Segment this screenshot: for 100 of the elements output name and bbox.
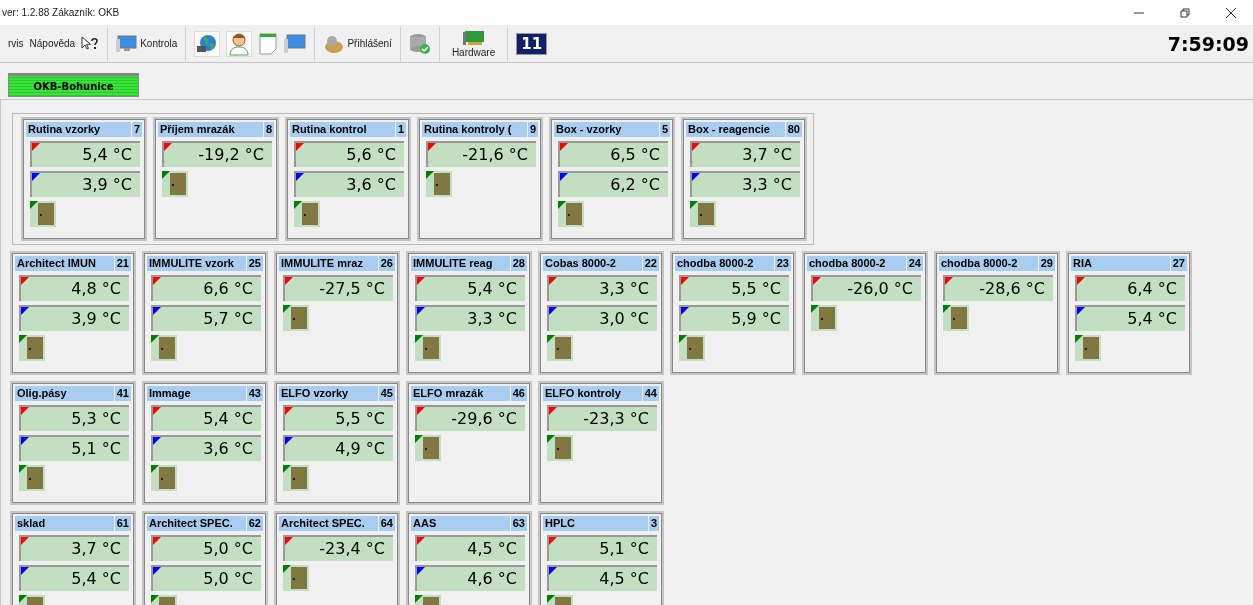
sensor-card[interactable]: AAS 63 4,5 °C 4,6 °C [406,511,532,605]
sensor-name: HPLC [544,516,576,531]
flag-icon [692,143,700,151]
door-icon [943,305,969,331]
flag-icon [21,567,29,575]
door-icon [283,465,309,491]
door-icon [19,465,45,491]
sensor-card[interactable]: Rutina vzorky 7 5,4 °C 3,9 °C [21,117,147,241]
temperature-field: 3,6 °C [294,171,404,197]
sensor-card[interactable]: IMMULITE vzork 25 6,6 °C 5,7 °C [142,251,268,375]
sensor-number: 63 [509,516,527,531]
door-icon [151,335,177,361]
flag-icon [285,537,293,545]
help-cursor-icon[interactable] [81,35,100,52]
sensor-number: 1 [394,122,406,137]
sensor-card[interactable]: Immage 43 5,4 °C 3,6 °C [142,381,268,505]
flag-icon [1077,277,1085,285]
hardware-button[interactable]: Hardware [447,29,500,58]
door-icon [679,335,705,361]
clock: 7:59:09 [1167,32,1249,55]
sensor-card[interactable]: IMMULITE reag 28 5,4 °C 3,3 °C [406,251,532,375]
flag-icon [560,173,568,181]
flag-icon [692,173,700,181]
flag-icon [549,277,557,285]
menu-item[interactable]: rvis [8,38,24,49]
document-icon[interactable] [258,32,279,55]
sensor-number: 45 [377,386,395,401]
monitor-icon[interactable] [284,33,307,54]
sensor-card[interactable]: HPLC 3 5,1 °C 4,5 °C [538,511,664,605]
flag-icon [32,143,40,151]
temperature-field: 6,6 °C [151,275,261,301]
flag-icon [681,307,689,315]
group-tab[interactable]: OKB-Bohunice [8,73,139,97]
sensor-card[interactable]: chodba 8000-2 23 5,5 °C 5,9 °C [670,251,796,375]
menu-item[interactable]: Nápověda [29,38,76,49]
sensor-name: Cobas 8000-2 [544,256,617,271]
door-icon [1075,335,1101,361]
sensor-number: 43 [245,386,263,401]
door-icon [426,171,452,197]
door-icon [558,201,584,227]
sensor-card[interactable]: Box - reagencie 80 3,7 °C 3,3 °C [681,117,807,241]
sensor-card[interactable]: IMMULITE mraz 26 -27,5 °C [274,251,400,375]
close-icon[interactable] [1225,6,1237,19]
sensor-card[interactable]: chodba 8000-2 29 -28,6 °C [934,251,1060,375]
sensor-name: Rutina kontroly ( [423,122,513,137]
sensor-card[interactable]: Cobas 8000-2 22 3,3 °C 3,0 °C [538,251,664,375]
door-icon [162,171,188,197]
sensor-name: ELFO kontroly [544,386,622,401]
sensor-name: Architect IMUN [16,256,97,271]
flag-icon [681,277,689,285]
sensor-name: RIA [1072,256,1093,271]
temperature-field: -21,6 °C [426,141,536,167]
sensor-number: 46 [509,386,527,401]
sensor-name: ELFO vzorky [280,386,350,401]
temperature-field: 3,3 °C [547,275,657,301]
user-icon[interactable] [226,30,253,57]
sensor-card[interactable]: ELFO mrazák 46 -29,6 °C [406,381,532,505]
sensor-number: 5 [658,122,670,137]
sensor-card[interactable]: Příjem mrazák 8 -19,2 °C [153,117,279,241]
flag-icon [153,567,161,575]
login-button[interactable]: Přihlášení [323,33,392,54]
sensor-card[interactable]: Architect SPEC. 64 -23,4 °C [274,511,400,605]
sensor-name: chodba 8000-2 [808,256,887,271]
door-icon [547,335,573,361]
sensor-number: 9 [526,122,538,137]
sensor-card[interactable]: RIA 27 6,4 °C 5,4 °C [1066,251,1192,375]
temperature-field: 3,9 °C [19,305,129,331]
database-check-icon[interactable] [408,31,431,56]
sensor-card[interactable]: ELFO kontroly 44 -23,3 °C [538,381,664,505]
sensor-name: Immage [148,386,192,401]
temperature-field: 6,5 °C [558,141,668,167]
sensor-card[interactable]: chodba 8000-2 24 -26,0 °C [802,251,928,375]
globe-icon[interactable] [194,30,221,57]
sensor-number: 29 [1037,256,1055,271]
sensor-name: Box - reagencie [687,122,771,137]
temperature-field: 4,6 °C [415,565,525,591]
sensor-card[interactable]: Architect SPEC. 62 5,0 °C 5,0 °C [142,511,268,605]
sensor-card[interactable]: Rutina kontroly ( 9 -21,6 °C [417,117,543,241]
flag-icon [285,277,293,285]
sensor-card[interactable]: Rutina kontrol 1 5,6 °C 3,6 °C [285,117,411,241]
kontrola-button[interactable]: Kontrola [116,34,178,53]
sensor-number: 8 [262,122,274,137]
sensor-number: 80 [784,122,802,137]
flag-icon [549,407,557,415]
door-icon [294,201,320,227]
flag-icon [153,537,161,545]
sensor-card[interactable]: ELFO vzorky 45 5,5 °C 4,9 °C [274,381,400,505]
restore-icon[interactable] [1179,6,1191,19]
sensor-number: 41 [113,386,131,401]
sensor-card[interactable]: Box - vzorky 5 6,5 °C 6,2 °C [549,117,675,241]
sensor-card[interactable]: Architect IMUN 21 4,8 °C 3,9 °C [10,251,136,375]
sensor-name: Příjem mrazák [159,122,236,137]
flag-icon [549,567,557,575]
temperature-field: 5,6 °C [294,141,404,167]
temperature-field: 6,2 °C [558,171,668,197]
door-icon [30,201,56,227]
sensor-card[interactable]: Olig.pásy 41 5,3 °C 5,1 °C [10,381,136,505]
sensor-card[interactable]: sklad 61 3,7 °C 5,4 °C [10,511,136,605]
flag-icon [296,173,304,181]
door-icon [415,335,441,361]
